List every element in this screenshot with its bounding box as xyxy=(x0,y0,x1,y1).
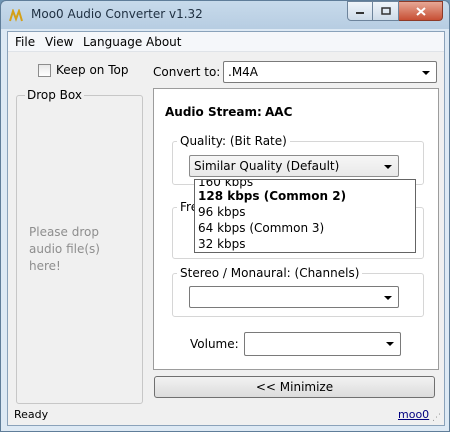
convert-format-select[interactable]: .M4A xyxy=(223,61,437,83)
quality-option[interactable]: 64 kbps (Common 3) xyxy=(198,221,324,235)
close-window-button[interactable] xyxy=(399,1,443,21)
menu-about[interactable]: About xyxy=(146,35,181,49)
keep-on-top-option[interactable]: Keep on Top xyxy=(38,63,128,77)
settings-panel: Audio Stream: AAC Quality: (Bit Rate) Si… xyxy=(153,88,439,370)
title-bar[interactable]: Moo0 Audio Converter v1.32 xyxy=(1,1,449,31)
quality-dropdown-list[interactable]: 160 kbps 128 kbps (Common 2) 96 kbps 64 … xyxy=(194,179,416,253)
quality-select[interactable]: Similar Quality (Default) xyxy=(189,155,399,177)
app-logo-icon xyxy=(9,9,23,22)
quality-group-title: Quality: (Bit Rate) xyxy=(177,134,290,148)
audio-stream-label: Audio Stream: xyxy=(165,105,262,119)
quality-option[interactable]: 32 kbps xyxy=(198,237,246,251)
drop-box[interactable]: Drop Box Please drop audio file(s) here! xyxy=(16,88,143,404)
volume-label: Volume: xyxy=(190,337,239,351)
convert-format-value: .M4A xyxy=(228,65,259,79)
keep-on-top-checkbox[interactable] xyxy=(38,63,51,77)
menu-view[interactable]: View xyxy=(45,35,73,49)
maximize-icon xyxy=(380,7,391,15)
chevron-down-icon xyxy=(422,71,430,75)
chevron-down-icon xyxy=(384,165,392,169)
quality-option[interactable]: 128 kbps (Common 2) xyxy=(198,189,346,203)
close-icon xyxy=(415,6,426,16)
menu-language[interactable]: Language xyxy=(83,35,142,49)
status-text: Ready xyxy=(14,408,49,421)
quality-option[interactable]: 96 kbps xyxy=(198,205,246,219)
menu-bar: File View Language About xyxy=(8,32,444,52)
channels-select[interactable] xyxy=(189,286,399,308)
chevron-down-icon xyxy=(386,342,394,346)
menu-file[interactable]: File xyxy=(15,35,35,49)
audio-stream-value: AAC xyxy=(265,105,293,119)
quality-selected-value: Similar Quality (Default) xyxy=(194,159,340,173)
minimize-icon xyxy=(356,12,364,14)
drop-box-title: Drop Box xyxy=(25,88,84,102)
drop-box-hint: Please drop audio file(s) here! xyxy=(29,225,100,273)
minimize-window-button[interactable] xyxy=(347,1,373,21)
client-area: File View Language About Keep on Top Dro… xyxy=(7,31,445,426)
moo0-link[interactable]: moo0 xyxy=(398,408,429,421)
resize-grip-icon[interactable]: ⋰ xyxy=(432,413,442,423)
quality-option[interactable]: 160 kbps xyxy=(198,180,253,189)
chevron-down-icon xyxy=(384,296,392,300)
minimize-panel-button[interactable]: << Minimize xyxy=(154,376,435,398)
volume-select[interactable] xyxy=(244,332,401,356)
window-title: Moo0 Audio Converter v1.32 xyxy=(31,7,203,21)
channels-group-title: Stereo / Monaural: (Channels) xyxy=(177,266,363,280)
window-controls xyxy=(347,1,443,21)
keep-on-top-label: Keep on Top xyxy=(56,63,129,77)
app-window: Moo0 Audio Converter v1.32 File View Lan… xyxy=(0,0,450,432)
maximize-window-button[interactable] xyxy=(373,1,399,21)
convert-to-label: Convert to: xyxy=(153,65,221,79)
minimize-panel-button-label: << Minimize xyxy=(255,380,334,394)
